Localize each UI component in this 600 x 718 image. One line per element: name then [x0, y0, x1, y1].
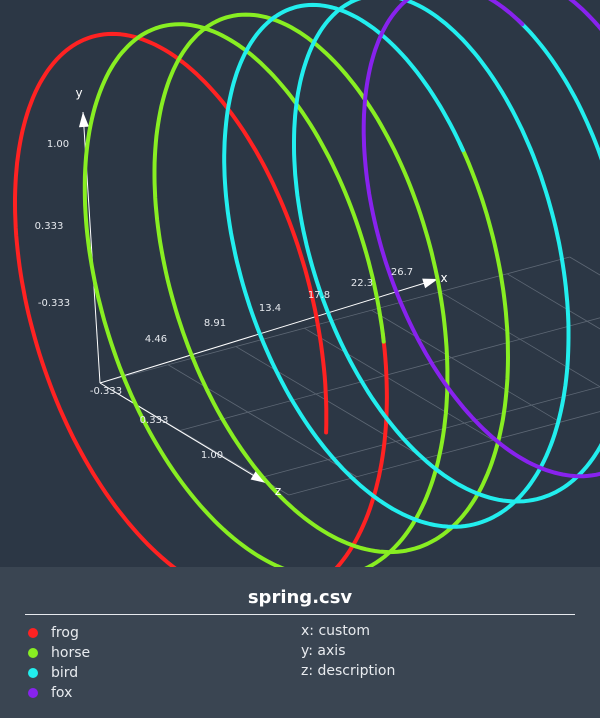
grid-line: [167, 364, 358, 478]
legend-label: horse: [51, 645, 91, 661]
x-tick-label: 17.8: [308, 290, 330, 301]
grid-line: [569, 256, 600, 276]
series-line-bird: [222, 0, 600, 529]
grid-line: [371, 309, 561, 423]
legend-item-horse[interactable]: horse: [28, 643, 90, 663]
y-tick-label: 1.00: [47, 139, 69, 150]
legend-swatch: [28, 668, 38, 678]
axis-desc-text: z: description: [301, 663, 396, 679]
axis-desc-z: z: description: [301, 663, 395, 683]
z-tick-label: 1.00: [201, 450, 223, 461]
divider: [25, 614, 575, 615]
axis-descriptions: x: custom y: axis z: description: [301, 623, 395, 683]
legend-panel: spring.csv frog horse bird fox x: custom y: …: [0, 567, 600, 718]
legend-item-fox[interactable]: fox: [28, 683, 90, 703]
x-tick-label: 22.3: [351, 278, 373, 289]
y-tick-label: 0.333: [35, 221, 64, 232]
grid-line: [304, 327, 494, 441]
grid-line: [179, 317, 600, 431]
plot-area[interactable]: -0.333 0.333 1.00 4.46 8.91 13.4 17.8 22.3 26.7 -…: [0, 0, 600, 567]
z-axis-line: [99, 382, 267, 484]
z-tick-label: 0.333: [140, 415, 169, 426]
chart-title: spring.csv: [247, 587, 353, 608]
axis-desc-text: y: axis: [301, 643, 346, 659]
axis-desc-y: y: axis: [301, 643, 395, 663]
legend-item-bird[interactable]: bird: [28, 663, 90, 683]
legend-item-frog[interactable]: frog: [28, 623, 90, 643]
y-tick-label: -0.333: [38, 298, 70, 309]
legend-label: bird: [51, 665, 79, 681]
grid-line: [235, 346, 425, 459]
grid-line: [506, 273, 600, 330]
y-axis-arrow: [78, 112, 89, 128]
spring-3d-chart[interactable]: -0.333 0.333 1.00 4.46 8.91 13.4 17.8 22.3 26.7 -…: [0, 0, 600, 567]
grid-line: [439, 291, 600, 388]
legend-label: fox: [51, 685, 73, 701]
x-tick-label: 13.4: [259, 303, 281, 314]
x-tick-label: 26.7: [391, 267, 413, 278]
z-tick-label: -0.333: [90, 386, 122, 397]
series-line-frog: [13, 31, 389, 567]
grid-line: [259, 386, 600, 479]
y-axis-label: y: [75, 86, 82, 100]
x-axis-label: x: [440, 271, 447, 285]
x-tick-label: 8.91: [204, 318, 226, 329]
x-tick-label: 4.46: [145, 334, 167, 345]
axis-desc-x: x: custom: [301, 623, 395, 643]
x-axis-arrow: [422, 278, 438, 289]
z-axis-label: z: [275, 484, 281, 498]
axis-desc-text: x: custom: [301, 623, 371, 639]
legend-swatch: [28, 688, 38, 698]
legend-swatch: [28, 648, 38, 658]
legend: frog horse bird fox: [28, 623, 90, 703]
series-line-fox: [361, 0, 600, 479]
legend-swatch: [28, 628, 38, 638]
legend-label: frog: [51, 625, 79, 641]
series-lines: [13, 0, 600, 567]
